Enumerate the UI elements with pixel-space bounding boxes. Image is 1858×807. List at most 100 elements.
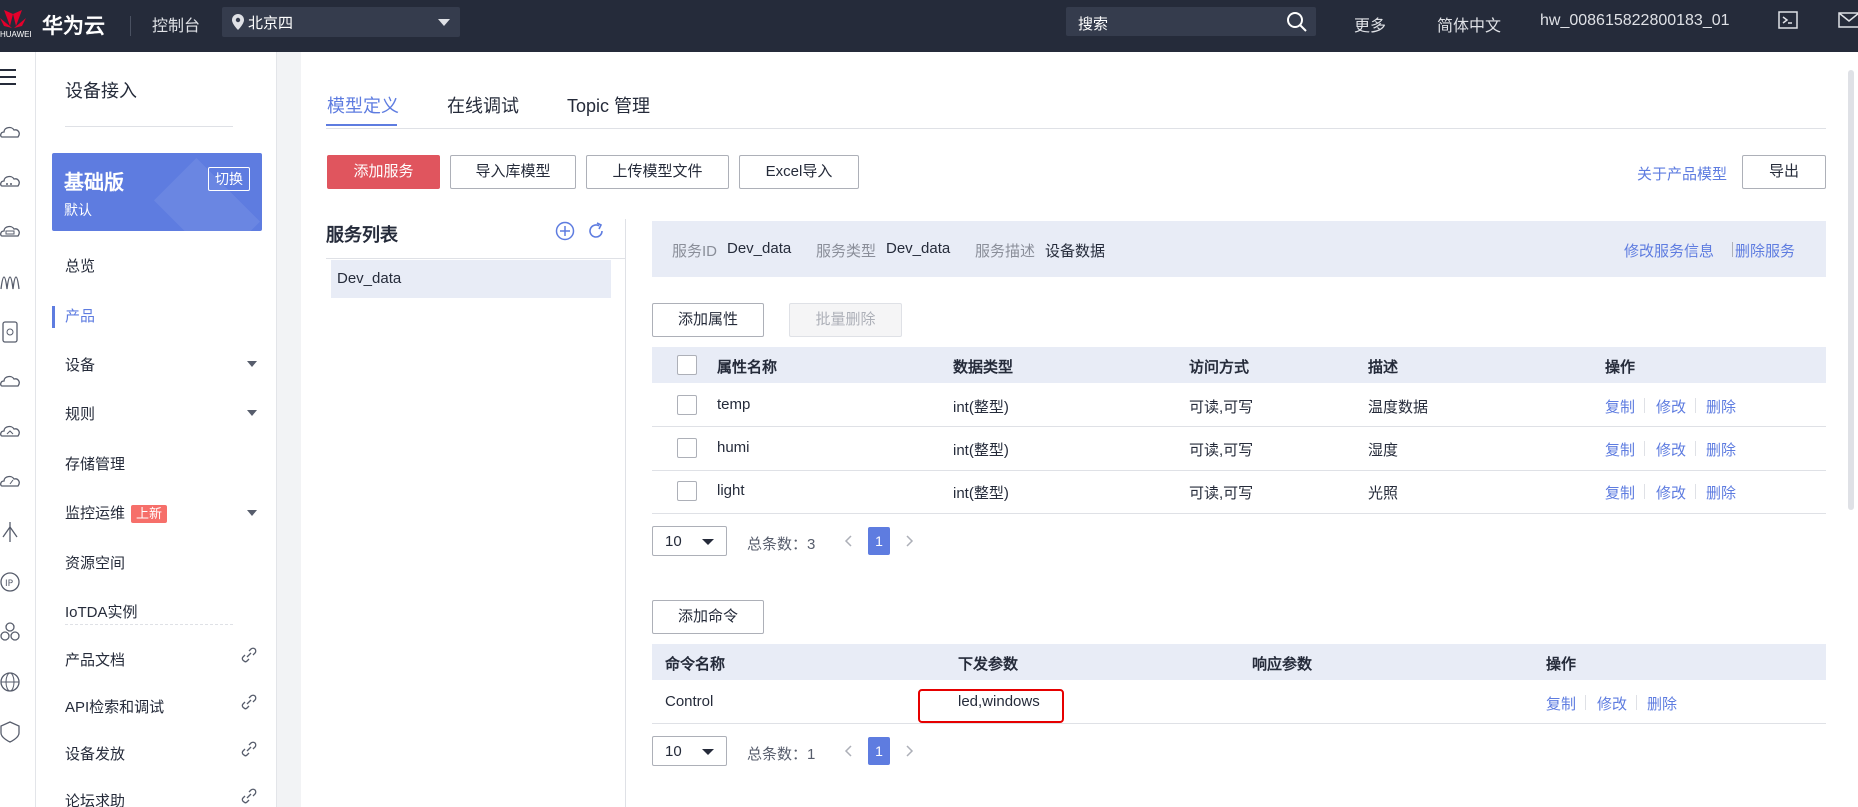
edit-command-link[interactable]: 修改	[1597, 693, 1627, 714]
chevron-down-icon[interactable]	[247, 361, 257, 367]
delete-property-link[interactable]: 删除	[1706, 396, 1736, 417]
chevron-left-icon[interactable]	[844, 534, 854, 548]
chevron-down-icon[interactable]	[247, 510, 257, 516]
external-link-icon[interactable]	[241, 788, 257, 804]
import-library-model-button[interactable]: 导入库模型	[450, 155, 576, 189]
cloud-sync-icon[interactable]	[0, 371, 22, 393]
nav-item-resource-space[interactable]: 资源空间	[65, 552, 125, 573]
current-page[interactable]: 1	[868, 527, 890, 555]
nav-item-storage[interactable]: 存储管理	[65, 453, 125, 474]
chevron-right-icon[interactable]	[904, 534, 914, 548]
nav-active-indicator	[52, 306, 55, 328]
refresh-icon[interactable]	[586, 221, 606, 241]
nav-item-overview[interactable]: 总览	[65, 255, 95, 276]
service-list-item[interactable]: Dev_data	[331, 260, 611, 298]
more-menu[interactable]: 更多	[1354, 12, 1386, 36]
select-all-checkbox[interactable]	[677, 355, 697, 375]
language-select[interactable]: 简体中文	[1437, 12, 1501, 36]
topbar-divider	[130, 16, 131, 36]
nav-item-rules[interactable]: 规则	[65, 403, 95, 424]
about-product-model-link[interactable]: 关于产品模型	[1637, 163, 1727, 184]
terminal-icon[interactable]	[1778, 10, 1798, 30]
delete-command-link[interactable]: 删除	[1647, 693, 1677, 714]
globe-icon[interactable]	[0, 671, 22, 693]
nav-item-forum[interactable]: 论坛求助	[65, 790, 125, 807]
delete-property-link[interactable]: 删除	[1706, 439, 1736, 460]
cloud-storage-icon[interactable]	[0, 221, 22, 243]
row-checkbox[interactable]	[677, 395, 697, 415]
mail-icon[interactable]	[1838, 10, 1858, 30]
edition-switch-button[interactable]: 切换	[208, 167, 250, 191]
chevron-left-icon[interactable]	[844, 744, 854, 758]
edit-property-link[interactable]: 修改	[1656, 439, 1686, 460]
page-size-select[interactable]: 10	[652, 526, 727, 556]
page-size-select[interactable]: 10	[652, 736, 727, 766]
search-icon[interactable]	[1286, 11, 1308, 33]
device-icon[interactable]	[0, 321, 22, 343]
add-service-button[interactable]: 添加服务	[327, 155, 440, 189]
antenna-icon[interactable]	[0, 521, 22, 543]
export-button[interactable]: 导出	[1742, 155, 1826, 189]
add-property-button[interactable]: 添加属性	[652, 303, 764, 337]
edit-property-link[interactable]: 修改	[1656, 482, 1686, 503]
copy-property-link[interactable]: 复制	[1605, 482, 1635, 503]
total-count: 总条数：3	[747, 536, 816, 553]
batch-delete-button[interactable]: 批量删除	[789, 303, 902, 337]
delete-service-link[interactable]: 删除服务	[1735, 240, 1795, 261]
page-scrollbar[interactable]	[1848, 70, 1854, 510]
row-checkbox[interactable]	[677, 438, 697, 458]
cluster-icon[interactable]	[0, 621, 22, 643]
property-name: humi	[717, 439, 750, 456]
console-link[interactable]: 控制台	[152, 12, 200, 36]
page-size-value: 10	[665, 533, 682, 550]
row-checkbox[interactable]	[677, 481, 697, 501]
edit-service-info-link[interactable]: 修改服务信息	[1624, 240, 1714, 261]
search-input[interactable]: 搜索	[1066, 7, 1316, 36]
chevron-right-icon[interactable]	[904, 744, 914, 758]
nav-item-device-provisioning[interactable]: 设备发放	[65, 743, 125, 764]
nav-item-products[interactable]: 产品	[65, 305, 95, 326]
brand-name[interactable]: 华为云	[42, 10, 105, 40]
menu-icon[interactable]	[0, 66, 22, 88]
copy-property-link[interactable]: 复制	[1605, 439, 1635, 460]
cloud-speed-icon[interactable]	[0, 471, 22, 493]
tab-topic-management[interactable]: Topic 管理	[567, 92, 650, 118]
svg-text:IP: IP	[5, 579, 14, 589]
delete-property-link[interactable]: 删除	[1706, 482, 1736, 503]
nav-item-docs[interactable]: 产品文档	[65, 649, 125, 670]
nav-item-api-explorer[interactable]: API检索和调试	[65, 696, 164, 717]
nav-item-monitoring[interactable]: 监控运维 上新	[65, 502, 168, 523]
shield-icon[interactable]	[0, 721, 22, 743]
ip-icon[interactable]: IP	[0, 571, 22, 593]
service-id-value: Dev_data	[727, 240, 792, 257]
region-select[interactable]: 北京四	[222, 7, 460, 37]
current-page[interactable]: 1	[868, 737, 890, 765]
add-command-button[interactable]: 添加命令	[652, 600, 764, 634]
new-badge: 上新	[131, 505, 168, 523]
upload-model-file-button[interactable]: 上传模型文件	[586, 155, 729, 189]
external-link-icon[interactable]	[241, 647, 257, 663]
top-bar: HUAWEI 华为云 控制台 北京四 搜索 更多 简体中文 hw_0086158…	[0, 0, 1858, 52]
cloud-server-icon[interactable]	[0, 122, 22, 144]
external-link-icon[interactable]	[241, 741, 257, 757]
user-account[interactable]: hw_008615822800183_01	[1540, 12, 1730, 30]
copy-command-link[interactable]: 复制	[1546, 693, 1576, 714]
external-link-icon[interactable]	[241, 694, 257, 710]
signal-wave-icon[interactable]	[0, 271, 22, 293]
tab-online-debug[interactable]: 在线调试	[447, 92, 519, 118]
chevron-down-icon	[702, 749, 714, 755]
command-table-header	[652, 644, 1826, 680]
link-separator	[1732, 242, 1733, 257]
property-name: light	[717, 482, 745, 499]
nav-item-devices[interactable]: 设备	[65, 354, 95, 375]
cloud-home-icon[interactable]	[0, 421, 22, 443]
tab-model-definition[interactable]: 模型定义	[327, 92, 399, 118]
cloud-more-icon[interactable]	[0, 171, 22, 193]
nav-item-iotda-instances[interactable]: IoTDA实例	[65, 601, 138, 622]
add-circle-icon[interactable]	[555, 221, 575, 241]
edit-property-link[interactable]: 修改	[1656, 396, 1686, 417]
chevron-down-icon[interactable]	[247, 410, 257, 416]
copy-property-link[interactable]: 复制	[1605, 396, 1635, 417]
header-access-mode: 访问方式	[1189, 359, 1250, 376]
excel-import-button[interactable]: Excel导入	[739, 155, 859, 189]
